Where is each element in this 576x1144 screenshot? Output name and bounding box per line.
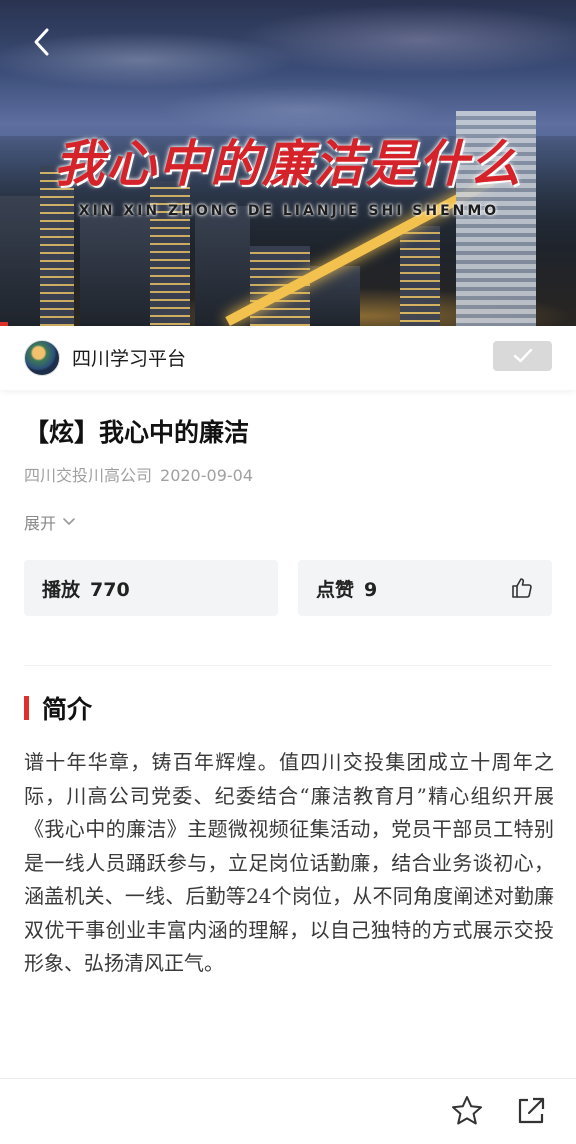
building — [400, 226, 440, 326]
likes-stat: 点赞 9 — [316, 575, 377, 602]
share-button[interactable] — [514, 1094, 548, 1128]
share-icon — [518, 1097, 545, 1124]
likes-value: 9 — [364, 579, 378, 601]
bottom-action-bar — [0, 1078, 576, 1144]
article-meta: 四川交投川高公司 2020-09-04 — [24, 462, 253, 486]
likes-card[interactable]: 点赞 9 — [298, 560, 552, 616]
chevron-down-icon — [63, 518, 75, 525]
channel-row: 四川学习平台 — [0, 326, 576, 390]
date-label: 2020-09-04 — [160, 466, 253, 485]
intro-section-header: 简介 — [24, 690, 92, 726]
star-icon — [452, 1096, 482, 1125]
section-divider — [24, 665, 552, 666]
check-icon — [513, 348, 532, 363]
intro-heading: 简介 — [42, 695, 93, 724]
channel-name[interactable]: 四川学习平台 — [72, 344, 186, 371]
building — [80, 216, 150, 326]
plays-card: 播放 770 — [24, 560, 278, 616]
favorite-button[interactable] — [450, 1094, 484, 1128]
plays-value: 770 — [90, 579, 130, 601]
back-button[interactable] — [22, 22, 62, 62]
avatar[interactable] — [24, 340, 60, 376]
back-icon — [34, 28, 49, 56]
likes-label: 点赞 — [316, 579, 355, 601]
thumbs-up-icon[interactable] — [510, 576, 534, 600]
section-accent-bar — [24, 696, 29, 720]
intro-text: 谱十年华章，铸百年辉煌。值四川交投集团成立十周年之际，川高公司党委、纪委结合“廉… — [24, 750, 554, 975]
followed-button[interactable] — [493, 341, 552, 371]
plays-stat: 播放 770 — [42, 575, 130, 602]
video-title-overlay: 我心中的廉洁是什么 — [54, 134, 522, 193]
expand-label: 展开 — [24, 514, 57, 533]
video-player[interactable]: 我心中的廉洁是什么 XIN XIN ZHONG DE LIANJIE SHI S… — [0, 0, 576, 326]
video-subtitle-overlay: XIN XIN ZHONG DE LIANJIE SHI SHENMO — [78, 203, 500, 219]
plays-label: 播放 — [42, 579, 81, 601]
expand-toggle[interactable]: 展开 — [24, 510, 76, 534]
page-title: 【炫】我心中的廉洁 — [24, 418, 250, 447]
source-label: 四川交投川高公司 — [24, 466, 153, 485]
